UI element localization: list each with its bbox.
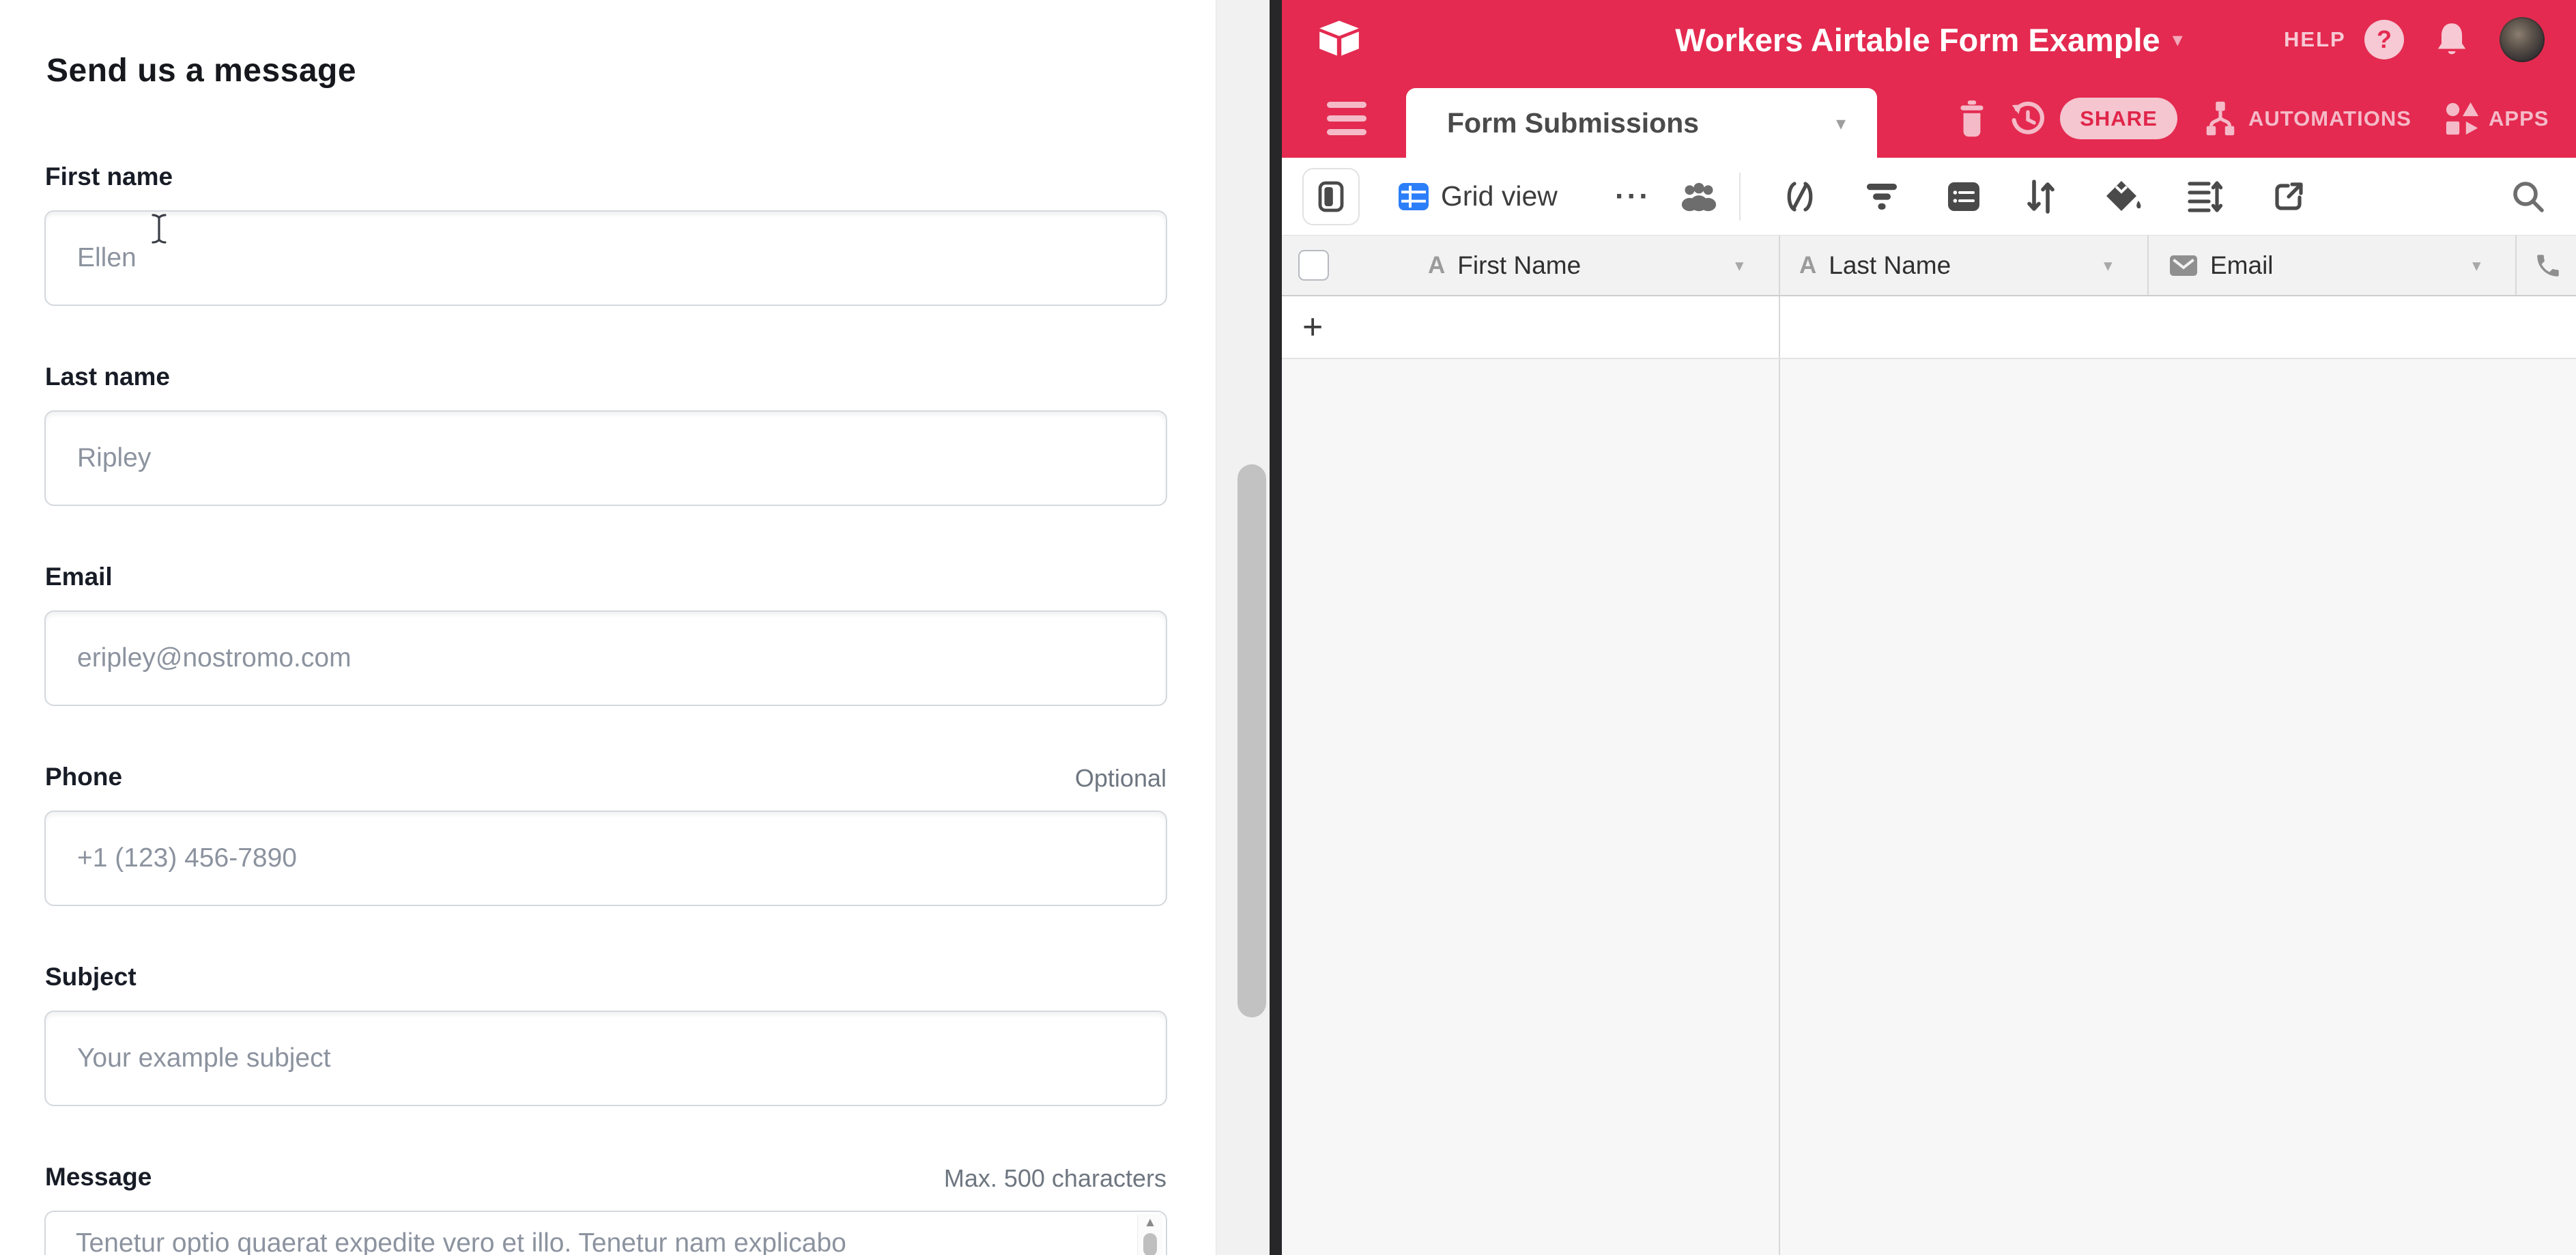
tab-form-submissions[interactable]: Form Submissions ▾ bbox=[1406, 88, 1877, 158]
people-icon bbox=[1679, 182, 1719, 212]
notifications-bell-button[interactable] bbox=[2434, 21, 2470, 59]
caret-down-icon[interactable]: ▾ bbox=[1735, 236, 1744, 295]
grid-header-row: A First Name ▾ A Last Name ▾ Email ▾ bbox=[1282, 235, 2576, 296]
screenshot-root: Send us a message First name Last name E… bbox=[0, 0, 2576, 1255]
subject-label: Subject bbox=[45, 963, 137, 991]
delete-table-button[interactable] bbox=[1955, 79, 1989, 158]
text-field-icon: A bbox=[1428, 252, 1445, 279]
column-divider[interactable] bbox=[2147, 236, 2149, 295]
apps-label: APPS bbox=[2489, 107, 2549, 131]
share-label: SHARE bbox=[2080, 107, 2158, 131]
ibeam-cursor bbox=[150, 213, 168, 244]
question-mark-icon: ? bbox=[2377, 25, 2392, 54]
first-name-input[interactable] bbox=[44, 210, 1167, 306]
filter-icon bbox=[1864, 181, 1900, 212]
base-title: Workers Airtable Form Example bbox=[1675, 21, 2160, 59]
column-divider[interactable] bbox=[2515, 236, 2517, 295]
apps-button[interactable]: APPS bbox=[2444, 79, 2549, 158]
search-icon bbox=[2510, 179, 2546, 214]
first-name-label: First name bbox=[45, 163, 173, 191]
frozen-column-divider bbox=[1779, 296, 1780, 358]
share-view-icon bbox=[2272, 180, 2306, 214]
message-maxchars-note: Max. 500 characters bbox=[944, 1164, 1167, 1193]
group-button[interactable] bbox=[1946, 158, 1981, 235]
phone-label: Phone bbox=[45, 763, 122, 791]
text-field-icon: A bbox=[1799, 252, 1816, 279]
automations-label: AUTOMATIONS bbox=[2248, 107, 2412, 131]
column-name: Last Name bbox=[1829, 251, 1951, 280]
collaborators-button[interactable] bbox=[1679, 158, 1719, 235]
column-header-last-name[interactable]: A Last Name bbox=[1799, 236, 1951, 295]
help-circle-button[interactable]: ? bbox=[2364, 20, 2404, 59]
column-header-email[interactable]: Email bbox=[2169, 236, 2274, 295]
caret-down-icon: ▾ bbox=[2173, 28, 2183, 52]
window-divider bbox=[1270, 0, 1282, 1255]
page-scroll-thumb[interactable] bbox=[1237, 464, 1266, 1017]
sort-button[interactable] bbox=[2026, 158, 2056, 235]
view-options-button[interactable]: ··· bbox=[1615, 158, 1651, 235]
grid-view-button[interactable]: Grid view bbox=[1397, 158, 1558, 235]
side-panel-icon bbox=[1317, 180, 1345, 213]
email-label: Email bbox=[45, 563, 113, 591]
filter-button[interactable] bbox=[1864, 158, 1900, 235]
history-button[interactable] bbox=[2009, 79, 2046, 158]
hide-fields-button[interactable] bbox=[1782, 158, 1818, 235]
search-button[interactable] bbox=[2510, 158, 2546, 235]
phone-field-icon bbox=[2534, 251, 2562, 280]
message-label: Message bbox=[45, 1163, 152, 1191]
user-avatar[interactable] bbox=[2500, 17, 2545, 62]
hide-fields-icon bbox=[1782, 179, 1818, 214]
textarea-scroll-thumb[interactable] bbox=[1143, 1233, 1157, 1255]
color-button[interactable] bbox=[2104, 158, 2143, 235]
view-name: Grid view bbox=[1441, 180, 1558, 212]
phone-optional-note: Optional bbox=[1075, 764, 1167, 793]
airtable-pane: Workers Airtable Form Example ▾ HELP ? F… bbox=[1282, 0, 2576, 1255]
view-toolbar: Grid view ··· bbox=[1282, 158, 2576, 235]
subject-input[interactable] bbox=[44, 1011, 1167, 1106]
select-all-checkbox[interactable] bbox=[1298, 250, 1329, 281]
email-field-icon bbox=[2169, 254, 2198, 277]
airtable-topbar: Workers Airtable Form Example ▾ HELP ? bbox=[1282, 0, 2576, 79]
phone-input[interactable] bbox=[44, 810, 1167, 906]
last-name-label: Last name bbox=[45, 363, 170, 391]
textarea-scrollbar[interactable]: ▲ bbox=[1137, 1214, 1162, 1255]
row-height-button[interactable] bbox=[2187, 158, 2222, 235]
caret-down-icon[interactable]: ▾ bbox=[2472, 236, 2481, 295]
grid-view-icon bbox=[1397, 180, 1430, 213]
add-record-button[interactable]: + bbox=[1302, 296, 1323, 358]
automations-button[interactable]: AUTOMATIONS bbox=[2201, 79, 2412, 158]
toolbar-divider bbox=[1739, 173, 1741, 221]
scroll-up-arrow-icon[interactable]: ▲ bbox=[1138, 1215, 1162, 1230]
email-input[interactable] bbox=[44, 610, 1167, 706]
frozen-column-divider bbox=[1779, 359, 1780, 1255]
caret-down-icon[interactable]: ▾ bbox=[2104, 236, 2113, 295]
toggle-view-sidebar-button[interactable] bbox=[1302, 168, 1360, 225]
column-header-phone[interactable]: Phone bbox=[2534, 236, 2576, 295]
last-name-input[interactable] bbox=[44, 410, 1167, 506]
share-view-button[interactable] bbox=[2272, 158, 2306, 235]
group-icon bbox=[1946, 180, 1981, 213]
sort-icon bbox=[2026, 179, 2056, 214]
column-header-first-name[interactable]: A First Name bbox=[1428, 236, 1581, 295]
grid-empty-area bbox=[1282, 359, 2576, 1255]
caret-down-icon: ▾ bbox=[1836, 88, 1846, 158]
form-title: Send us a message bbox=[46, 52, 356, 89]
airtable-tabbar: Form Submissions ▾ SHARE bbox=[1282, 79, 2576, 158]
help-button[interactable]: HELP bbox=[2284, 0, 2346, 79]
column-name: First Name bbox=[1457, 251, 1581, 280]
column-name: Email bbox=[2210, 251, 2274, 280]
contact-form-pane: Send us a message First name Last name E… bbox=[0, 0, 1216, 1255]
column-divider[interactable] bbox=[1779, 236, 1780, 295]
add-row: + bbox=[1282, 296, 2576, 359]
message-text: Tenetur optio quaerat expedite vero et i… bbox=[76, 1228, 1113, 1255]
share-button[interactable]: SHARE bbox=[2060, 98, 2177, 139]
paint-bucket-icon bbox=[2104, 178, 2143, 215]
message-textarea[interactable]: Tenetur optio quaerat expedite vero et i… bbox=[44, 1211, 1167, 1255]
menu-button[interactable] bbox=[1327, 79, 1366, 158]
row-height-icon bbox=[2187, 179, 2222, 214]
tab-label: Form Submissions bbox=[1447, 88, 1699, 158]
page-scrollbar[interactable] bbox=[1216, 0, 1270, 1255]
